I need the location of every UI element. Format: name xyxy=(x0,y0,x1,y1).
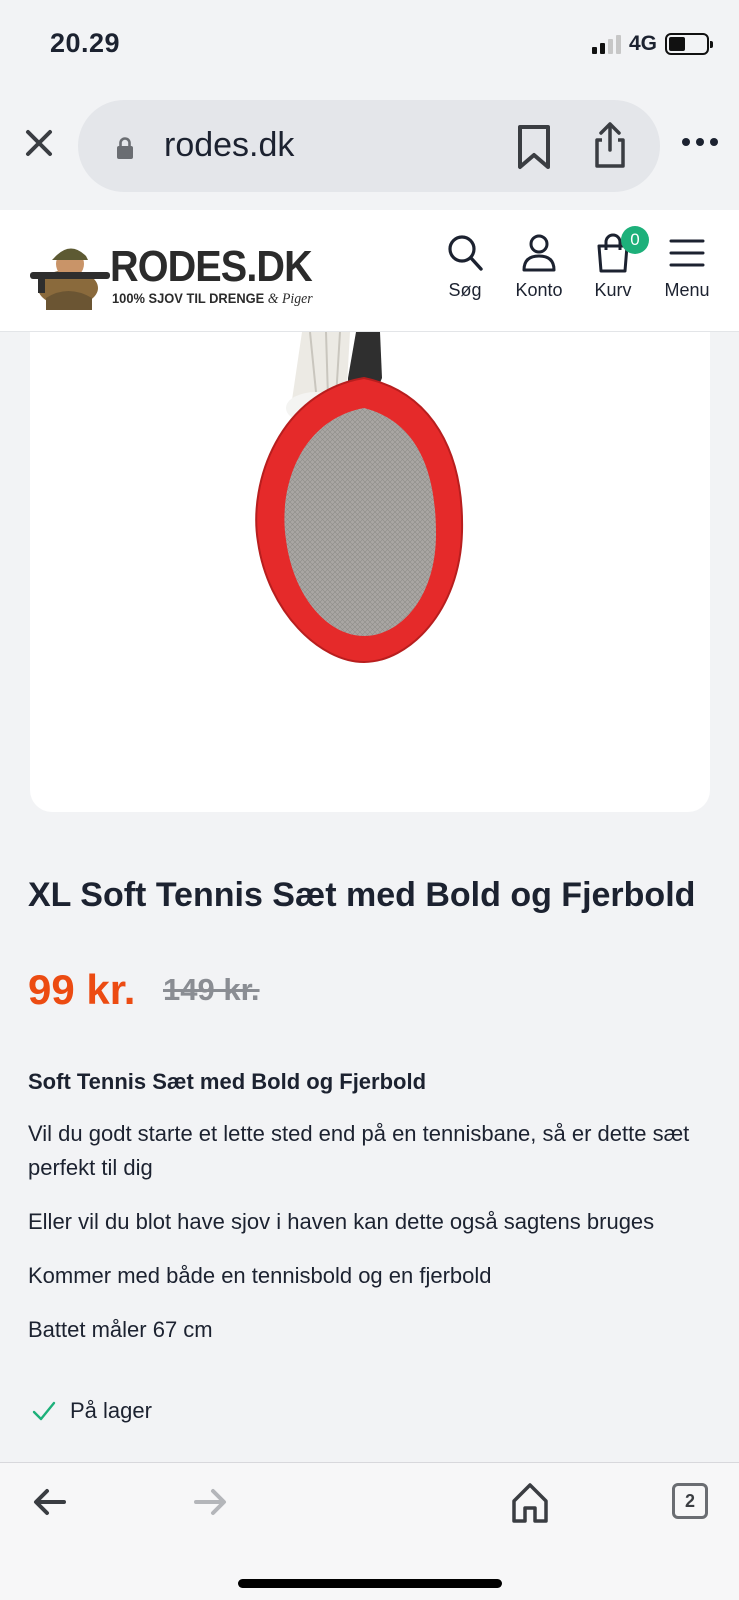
description-paragraph: Vil du godt starte et lette sted end på … xyxy=(28,1121,690,1180)
logo-name: RODES.DK xyxy=(110,242,313,291)
close-icon[interactable] xyxy=(22,126,56,160)
bookmark-icon[interactable] xyxy=(514,124,554,170)
logo-tagline: 100% SJOV TIL DRENGE & Piger xyxy=(112,290,313,308)
home-icon[interactable] xyxy=(510,1481,550,1523)
more-icon[interactable] xyxy=(682,138,718,146)
share-icon[interactable] xyxy=(590,120,630,170)
site-header: RODES.DK 100% SJOV TIL DRENGE & Piger Sø… xyxy=(0,210,739,332)
tabs-icon[interactable]: 2 xyxy=(672,1483,708,1519)
description-heading: Soft Tennis Sæt med Bold og Fjerbold xyxy=(28,1069,427,1094)
checkmark-icon xyxy=(32,1401,56,1421)
browser-bar: rodes.dk xyxy=(0,96,739,196)
battery-icon xyxy=(665,33,713,55)
nav-account[interactable]: Konto xyxy=(503,232,575,301)
lock-icon xyxy=(117,137,133,159)
back-arrow-icon[interactable] xyxy=(32,1487,68,1517)
product-description: Soft Tennis Sæt med Bold og Fjerbold Vil… xyxy=(28,1065,718,1367)
home-indicator xyxy=(238,1579,502,1588)
logo-tagline-script: & Piger xyxy=(267,291,313,307)
product-price: 99 kr. xyxy=(28,966,136,1013)
nav-cart[interactable]: 0 Kurv xyxy=(577,226,649,301)
status-right: 4G xyxy=(591,32,713,56)
description-paragraph: Kommer med både en tennisbold og en fjer… xyxy=(28,1263,492,1288)
description-paragraph: Battet måler 67 cm xyxy=(28,1317,213,1342)
cart-count-badge: 0 xyxy=(621,226,649,254)
nav-search[interactable]: Søg xyxy=(429,232,501,301)
browser-toolbar: 2 xyxy=(0,1462,739,1600)
stock-status: På lager xyxy=(32,1398,152,1424)
status-time: 20.29 xyxy=(50,28,121,58)
description-paragraph: Eller vil du blot have sjov i haven kan … xyxy=(28,1209,655,1234)
logo-soldier-icon xyxy=(30,248,110,310)
hamburger-menu-icon xyxy=(669,239,705,267)
network-label: 4G xyxy=(628,32,657,55)
address-bar[interactable]: rodes.dk xyxy=(78,100,660,192)
nav-cart-label: Kurv xyxy=(594,280,632,300)
stock-status-label: På lager xyxy=(70,1398,152,1423)
nav-menu-label: Menu xyxy=(664,280,710,300)
site-logo[interactable]: RODES.DK 100% SJOV TIL DRENGE & Piger xyxy=(28,236,318,310)
search-icon xyxy=(448,235,483,271)
user-icon xyxy=(522,234,556,272)
product-title: XL Soft Tennis Sæt med Bold og Fjerbold xyxy=(28,876,696,914)
url-text[interactable]: rodes.dk xyxy=(164,126,294,165)
forward-arrow-icon[interactable] xyxy=(192,1487,228,1517)
tennis-racket-image xyxy=(255,332,464,664)
product-old-price: 149 kr. xyxy=(163,972,260,1007)
nav-menu[interactable]: Menu xyxy=(651,232,723,301)
nav-search-label: Søg xyxy=(448,280,482,300)
status-bar: 20.29 4G xyxy=(0,0,739,90)
nav-account-label: Konto xyxy=(515,280,563,300)
signal-icon xyxy=(591,34,621,54)
product-image[interactable] xyxy=(30,332,710,812)
logo-tagline-main: 100% SJOV TIL DRENGE xyxy=(112,290,265,306)
